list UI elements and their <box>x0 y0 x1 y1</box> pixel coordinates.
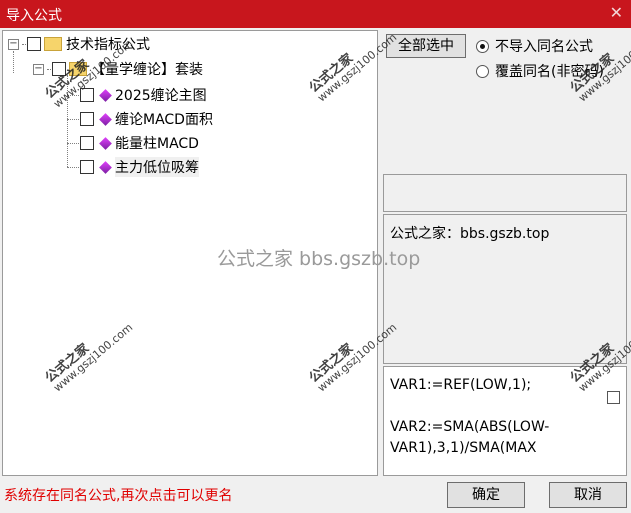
center-watermark: 公式之家 bbs.gszb.top <box>217 248 421 270</box>
formula-icon <box>99 112 112 126</box>
code-line: VAR1:=REF(LOW,1); <box>390 377 532 393</box>
ok-button[interactable]: 确定 <box>447 482 525 508</box>
tree-node-label: 能量柱MACD <box>115 136 199 152</box>
tree-node-item[interactable]: 缠论MACD面积 <box>67 109 213 129</box>
checkbox[interactable] <box>27 37 41 51</box>
formula-icon <box>99 88 112 102</box>
code-line: VAR2:=SMA(ABS(LOW- <box>390 419 550 435</box>
checkbox[interactable] <box>80 112 94 126</box>
tree-node-item[interactable]: 能量柱MACD <box>67 133 199 153</box>
collapse-icon[interactable]: − <box>8 38 19 50</box>
radio-selected-icon[interactable] <box>476 39 489 53</box>
checkbox[interactable] <box>80 160 94 174</box>
empty-field <box>383 174 627 212</box>
checkbox[interactable] <box>607 391 620 404</box>
info-panel: 公式之家：bbs.gszb.top <box>383 214 627 364</box>
folder-icon <box>44 37 62 51</box>
close-icon[interactable]: ✕ <box>610 3 623 22</box>
formula-icon <box>99 160 112 174</box>
tree-guide-line <box>13 51 14 73</box>
radio-skip-same-name[interactable]: 不导入同名公式 <box>476 36 593 56</box>
checkbox[interactable] <box>80 136 94 150</box>
tree-node-item-selected[interactable]: 主力低位吸筹 <box>67 157 199 177</box>
radio-label: 不导入同名公式 <box>495 39 593 55</box>
collapse-icon[interactable]: − <box>33 63 44 75</box>
cancel-button[interactable]: 取消 <box>549 482 627 508</box>
tree-node-label: 缠论MACD面积 <box>115 112 213 128</box>
radio-icon[interactable] <box>476 64 489 78</box>
status-message: 系统存在同名公式,再次点击可以更名 <box>4 488 233 504</box>
title-bar: 导入公式 ✕ <box>0 0 631 28</box>
tree-node-label: 2025缠论主图 <box>115 88 207 104</box>
tree-node-item[interactable]: 2025缠论主图 <box>67 85 207 105</box>
info-text: 公式之家：bbs.gszb.top <box>390 226 550 242</box>
tree-node-label: 主力低位吸筹 <box>115 157 199 177</box>
formula-icon <box>99 136 112 150</box>
window-title: 导入公式 <box>6 8 62 24</box>
code-line: VAR1),3,1)/SMA(MAX <box>390 440 537 456</box>
select-all-button[interactable]: 全部选中 <box>386 34 466 58</box>
